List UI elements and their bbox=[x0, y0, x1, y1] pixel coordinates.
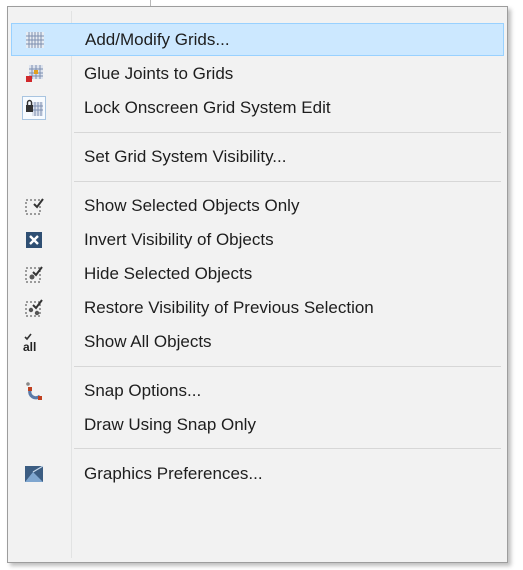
menu-item-label: Graphics Preferences... bbox=[84, 463, 263, 483]
menu-separator bbox=[74, 132, 501, 133]
menu-item-draw-snap-only[interactable]: Draw Using Snap Only bbox=[11, 408, 504, 441]
svg-text:all: all bbox=[23, 340, 36, 354]
invert-visibility-icon bbox=[22, 228, 46, 252]
menu-item-label: Lock Onscreen Grid System Edit bbox=[84, 97, 331, 117]
restore-visibility-icon bbox=[22, 296, 46, 320]
menu-item-label: Snap Options... bbox=[84, 380, 202, 400]
menu-item-hide-selected[interactable]: Hide Selected Objects bbox=[11, 257, 504, 290]
snap-magnet-icon bbox=[22, 379, 46, 403]
menu-item-snap-options[interactable]: Snap Options... bbox=[11, 374, 504, 407]
menu-item-graphics-preferences[interactable]: Graphics Preferences... bbox=[11, 457, 504, 490]
menu-item-add-modify-grids[interactable]: Add/Modify Grids... bbox=[11, 23, 504, 56]
show-selected-icon bbox=[22, 194, 46, 218]
show-all-icon: all bbox=[22, 330, 46, 354]
graphics-preferences-icon bbox=[22, 462, 46, 486]
menu-item-label: Set Grid System Visibility... bbox=[84, 146, 287, 166]
menu-item-label: Invert Visibility of Objects bbox=[84, 229, 274, 249]
menu-item-label: Hide Selected Objects bbox=[84, 263, 253, 283]
grid-icon bbox=[23, 28, 47, 52]
menu-separator bbox=[74, 366, 501, 367]
menu-item-label: Show All Objects bbox=[84, 331, 212, 351]
glue-joints-icon bbox=[22, 62, 46, 86]
context-menu: Add/Modify Grids... Glue Joints to Grids bbox=[7, 6, 508, 563]
menu-item-show-all[interactable]: all Show All Objects bbox=[11, 325, 504, 358]
menu-item-set-grid-visibility[interactable]: Set Grid System Visibility... bbox=[11, 140, 504, 173]
menu-item-label: Draw Using Snap Only bbox=[84, 414, 256, 434]
menu-item-glue-joints[interactable]: Glue Joints to Grids bbox=[11, 57, 504, 90]
lock-grid-icon bbox=[22, 95, 46, 120]
menu-item-label: Restore Visibility of Previous Selection bbox=[84, 297, 374, 317]
menu-separator bbox=[74, 448, 501, 449]
menu-item-invert-visibility[interactable]: Invert Visibility of Objects bbox=[11, 223, 504, 256]
menu-item-restore-visibility[interactable]: Restore Visibility of Previous Selection bbox=[11, 291, 504, 324]
menu-item-lock-grid-edit[interactable]: Lock Onscreen Grid System Edit bbox=[11, 91, 504, 124]
hide-selected-icon bbox=[22, 262, 46, 286]
menu-separator bbox=[74, 181, 501, 182]
menu-item-show-selected-only[interactable]: Show Selected Objects Only bbox=[11, 189, 504, 222]
menu-item-label: Add/Modify Grids... bbox=[85, 29, 230, 49]
menu-item-label: Show Selected Objects Only bbox=[84, 195, 300, 215]
menu-item-label: Glue Joints to Grids bbox=[84, 63, 234, 83]
